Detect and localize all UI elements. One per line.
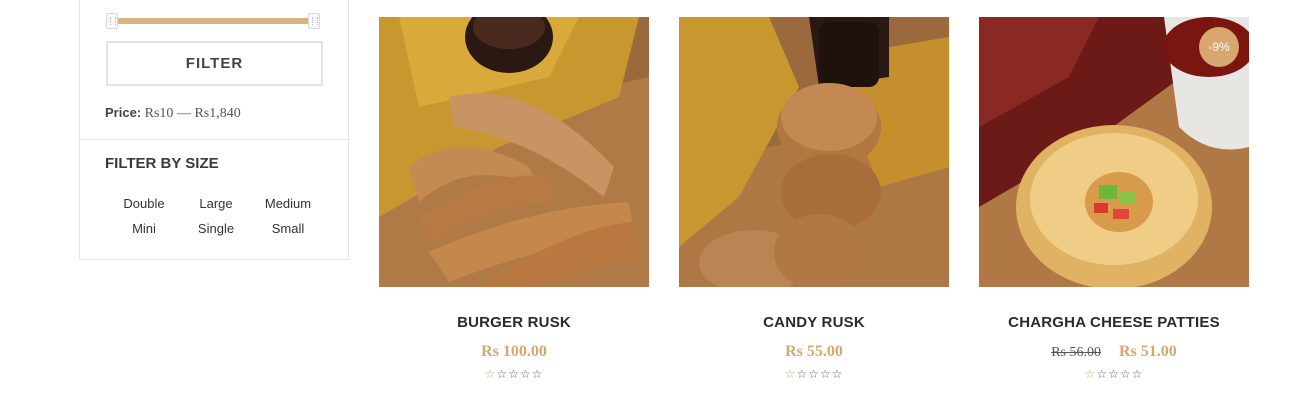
filter-button[interactable]: FILTER	[106, 41, 323, 86]
price-max-handle[interactable]	[308, 13, 320, 29]
star-rating: ☆☆☆☆☆	[784, 367, 844, 381]
product-title[interactable]: CANDY RUSK	[679, 314, 949, 331]
product-image[interactable]	[679, 17, 949, 287]
price-min-value: Rs10	[144, 106, 174, 121]
product-price: Rs 56.00 Rs 51.00	[979, 343, 1249, 361]
size-option-large[interactable]: Large	[180, 195, 252, 213]
divider	[80, 139, 348, 140]
product-card: CANDY RUSK Rs 55.00 ☆☆☆☆☆	[679, 17, 949, 381]
sale-badge: -9%	[1199, 27, 1239, 67]
size-option-double[interactable]: Double	[108, 195, 180, 213]
size-options: Double Large Medium Mini Single Small	[108, 195, 324, 238]
product-image[interactable]	[379, 17, 649, 287]
product-card: -9% CHARGHA CHEESE PATTIES Rs 56.00 Rs 5…	[979, 17, 1249, 381]
price-min-handle[interactable]	[106, 13, 118, 29]
size-option-small[interactable]: Small	[252, 220, 324, 238]
burger-rusk-photo	[379, 17, 649, 287]
price-range-track[interactable]	[111, 18, 315, 24]
size-option-mini[interactable]: Mini	[108, 220, 180, 238]
product-image[interactable]: -9%	[979, 17, 1249, 287]
filter-sidebar: FILTER Price: Rs10 — Rs1,840 FILTER BY S…	[79, 0, 349, 260]
star-rating: ☆☆☆☆☆	[1084, 367, 1144, 381]
sale-price: Rs 51.00	[1119, 343, 1177, 360]
product-card: BURGER RUSK Rs 100.00 ☆☆☆☆☆	[379, 17, 649, 381]
price-range-text: Price: Rs10 — Rs1,840	[105, 105, 241, 122]
size-option-medium[interactable]: Medium	[252, 195, 324, 213]
price-label: Price:	[105, 105, 142, 120]
size-option-single[interactable]: Single	[180, 220, 252, 238]
price-separator: —	[176, 106, 191, 121]
price-range-slider[interactable]	[106, 13, 320, 29]
candy-rusk-photo	[679, 17, 949, 287]
product-title[interactable]: CHARGHA CHEESE PATTIES	[979, 314, 1249, 331]
product-title[interactable]: BURGER RUSK	[379, 314, 649, 331]
star-rating: ☆☆☆☆☆	[484, 367, 544, 381]
old-price: Rs 56.00	[1051, 345, 1101, 360]
product-price: Rs 55.00	[785, 343, 843, 360]
filter-by-size-title: FILTER BY SIZE	[105, 155, 219, 172]
price-max-value: Rs1,840	[194, 106, 241, 121]
product-price: Rs 100.00	[481, 343, 547, 360]
